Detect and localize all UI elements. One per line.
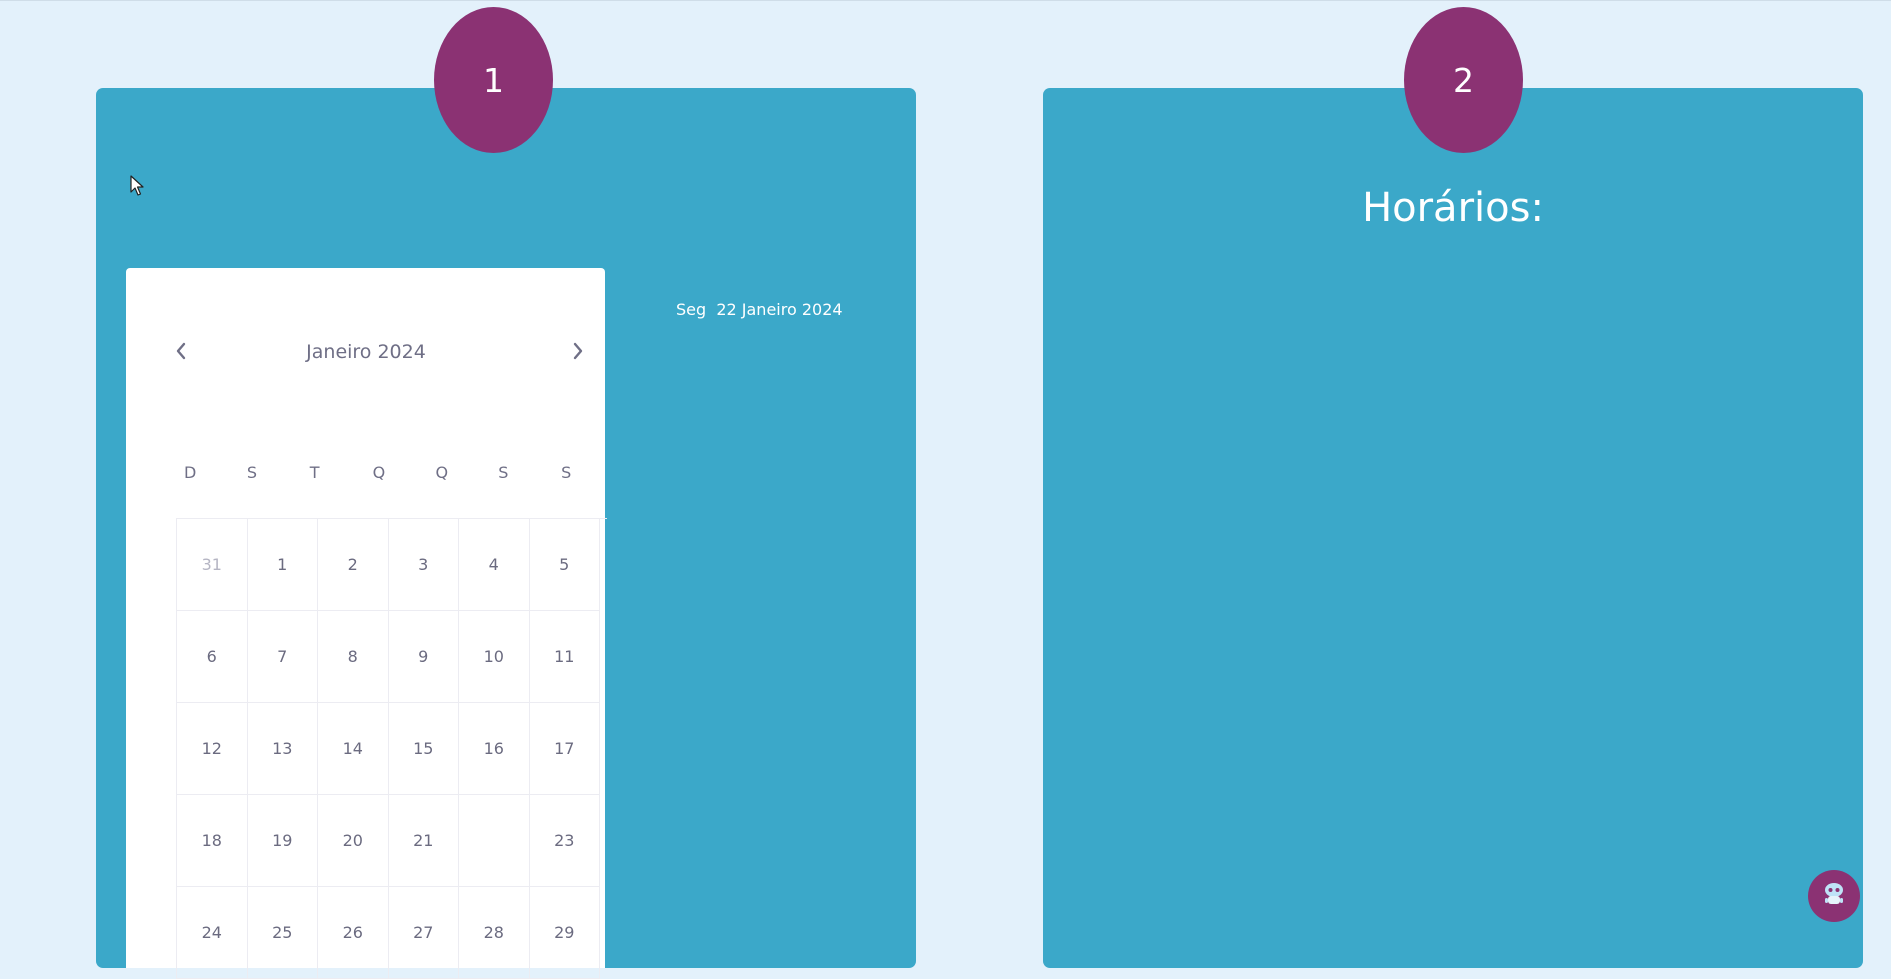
calendar-day[interactable] [459, 795, 530, 887]
calendar-day[interactable]: 29 [529, 887, 600, 979]
weekday-label: S [246, 463, 258, 482]
calendar-day[interactable]: 9 [388, 611, 459, 703]
calendar-day[interactable]: 21 [388, 795, 459, 887]
step-badge-2: 2 [1404, 7, 1523, 153]
calendar-day[interactable]: 11 [529, 611, 600, 703]
calendar-day[interactable]: 10 [459, 611, 530, 703]
selected-weekday: Seg [676, 300, 707, 319]
calendar-day[interactable]: 27 [388, 887, 459, 979]
weekday-label: S [498, 463, 509, 482]
calendar-day[interactable]: 17 [529, 703, 600, 795]
calendar-day[interactable]: 15 [388, 703, 459, 795]
calendar-day[interactable]: 20 [318, 795, 389, 887]
calendar-day[interactable]: 28 [459, 887, 530, 979]
calendar-day[interactable]: 24 [177, 887, 248, 979]
weekday-label: T [309, 463, 320, 482]
chevron-right-icon [572, 342, 584, 364]
calendar-day[interactable]: 19 [247, 795, 318, 887]
calendar-widget: Janeiro 2024 D S T Q Q S S 31 1 2 3 4 5 … [126, 268, 607, 979]
calendar-day[interactable]: 4 [459, 519, 530, 611]
calendar-day[interactable]: 12 [177, 703, 248, 795]
support-chat-button[interactable] [1808, 870, 1860, 922]
selected-date-text: 22 Janeiro 2024 [716, 300, 843, 319]
next-month-button[interactable] [563, 338, 593, 368]
calendar-month-title: Janeiro 2024 [306, 341, 426, 363]
step-number-2: 2 [1453, 60, 1474, 100]
calendar-day[interactable]: 25 [247, 887, 318, 979]
calendar-day[interactable]: 31 [177, 519, 248, 611]
schedule-title: Horários: [1362, 185, 1544, 231]
calendar-day[interactable]: 18 [177, 795, 248, 887]
calendar-day[interactable]: 23 [529, 795, 600, 887]
weekday-label: S [561, 463, 572, 482]
weekday-label: Q [435, 463, 449, 482]
calendar-header: Janeiro 2024 [126, 332, 605, 372]
step-number-1: 1 [483, 60, 504, 100]
weekday-label: Q [372, 463, 386, 482]
calendar-day[interactable]: 1 [247, 519, 318, 611]
mouse-cursor-icon [130, 175, 144, 201]
calendar-day[interactable]: 13 [247, 703, 318, 795]
calendar-day-grid: 31 1 2 3 4 5 6 7 8 9 10 11 12 13 14 15 1… [176, 518, 607, 979]
calendar-day[interactable]: 8 [318, 611, 389, 703]
calendar-day[interactable]: 5 [529, 519, 600, 611]
support-bot-icon [1820, 880, 1848, 912]
calendar-day[interactable]: 26 [318, 887, 389, 979]
calendar-day[interactable]: 14 [318, 703, 389, 795]
weekday-label: D [184, 463, 197, 482]
calendar-day[interactable]: 16 [459, 703, 530, 795]
weekday-header-row: D S T Q Q S S [176, 458, 616, 488]
selected-date-display: Seg 22 Janeiro 2024 [676, 298, 843, 322]
top-divider [0, 0, 1891, 1]
calendar-day[interactable]: 2 [318, 519, 389, 611]
calendar-day[interactable]: 6 [177, 611, 248, 703]
calendar-day[interactable]: 3 [388, 519, 459, 611]
step-badge-1: 1 [434, 7, 553, 153]
calendar-day[interactable]: 7 [247, 611, 318, 703]
